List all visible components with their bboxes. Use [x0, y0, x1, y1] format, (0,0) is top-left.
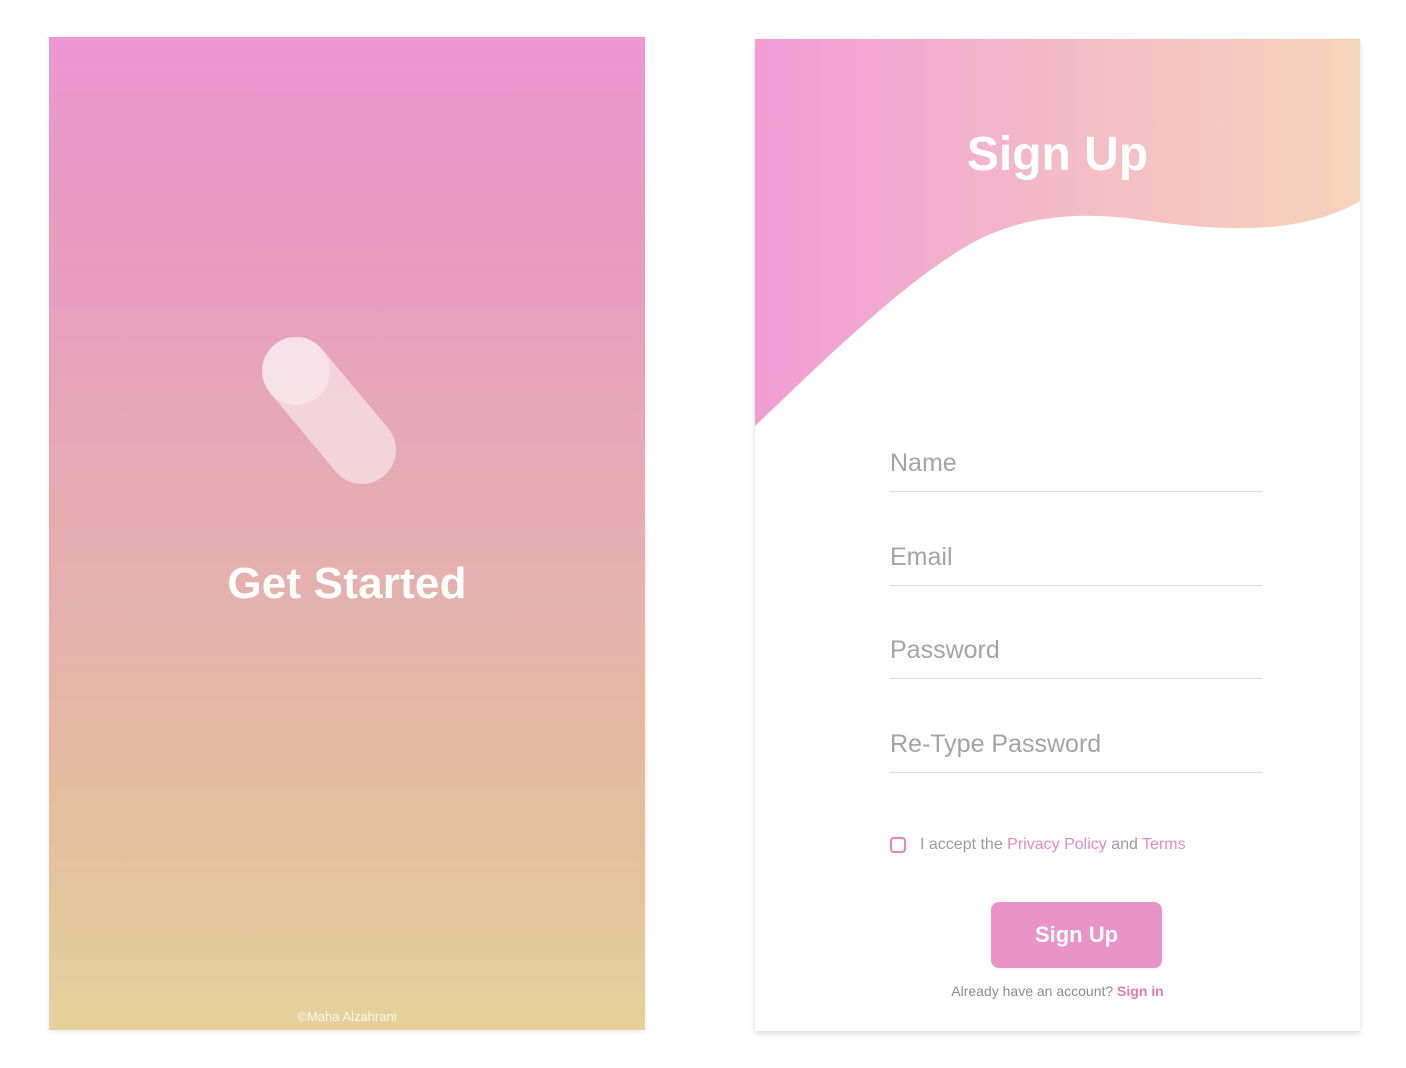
sign-up-title: Sign Up [966, 128, 1149, 181]
sign-in-link[interactable]: Sign in [1117, 983, 1164, 999]
get-started-title: Get Started [227, 559, 467, 608]
v-logo-icon [262, 337, 432, 484]
sign-up-button[interactable]: Sign Up [991, 902, 1162, 968]
terms-middle: and [1106, 836, 1143, 853]
terms-text: I accept the Privacy Policy and Terms [920, 836, 1186, 854]
header-wave [755, 39, 1360, 436]
email-field[interactable] [890, 537, 1262, 577]
get-started-screen: Get Started ©Maha Alzahrani [49, 37, 645, 1030]
signin-row: Already have an account? Sign in [755, 983, 1360, 999]
terms-row: I accept the Privacy Policy and Terms [890, 833, 1186, 857]
password-field-container [890, 630, 1262, 679]
name-field[interactable] [890, 443, 1262, 483]
sign-up-screen: Sign Up I accept the Privacy Policy and … [755, 39, 1360, 1031]
signin-prompt: Already have an account? [951, 983, 1118, 999]
terms-link[interactable]: Terms [1142, 836, 1186, 853]
retype-password-field[interactable] [890, 724, 1262, 764]
privacy-policy-link[interactable]: Privacy Policy [1007, 836, 1107, 853]
name-field-container [890, 443, 1262, 492]
email-field-container [890, 537, 1262, 586]
accept-terms-checkbox[interactable] [890, 837, 906, 853]
copyright-text: ©Maha Alzahrani [297, 1009, 397, 1024]
retype-password-field-container [890, 724, 1262, 773]
terms-prefix: I accept the [920, 836, 1008, 853]
password-field[interactable] [890, 630, 1262, 670]
